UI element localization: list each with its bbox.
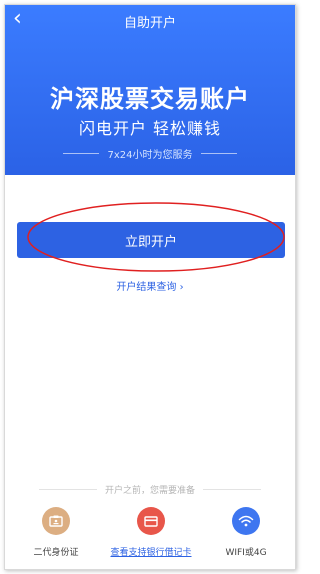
divider <box>200 152 237 154</box>
query-result-link[interactable]: 开户结果查询 › <box>5 278 295 293</box>
service-hours-text: 7x24小时为您服务 <box>107 149 193 161</box>
requirements-title-text: 开户之前，您需要准备 <box>104 485 195 496</box>
hero-headline: 沪深股票交易账户 <box>50 85 250 113</box>
requirements-title: 开户之前，您需要准备 <box>5 482 295 496</box>
requirements-list: 二代身份证 查看支持银行借记卡 WIFI或4G <box>5 507 295 567</box>
nav-bar: ‹ 自助开户 <box>5 5 295 35</box>
hero-banner: ‹ 自助开户 沪深股票交易账户 闪电开户 轻松赚钱 7x24小时为您服务 <box>5 5 295 175</box>
supported-banks-link[interactable]: 查看支持银行借记卡 <box>106 545 196 558</box>
divider <box>38 488 97 490</box>
app-screen: ‹ 自助开户 沪深股票交易账户 闪电开户 轻松赚钱 7x24小时为您服务 立即开… <box>4 4 296 570</box>
wifi-icon <box>232 507 260 535</box>
service-hours: 7x24小时为您服务 <box>5 144 295 162</box>
divider <box>63 152 100 154</box>
requirement-bank-card[interactable]: 查看支持银行借记卡 <box>106 507 196 558</box>
page-title: 自助开户 <box>123 16 176 31</box>
id-card-icon <box>42 507 70 535</box>
bank-card-icon <box>137 507 165 535</box>
requirement-id-card: 二代身份证 <box>11 507 101 558</box>
requirement-label: WIFI或4G <box>225 548 267 558</box>
open-account-button[interactable]: 立即开户 <box>17 222 285 258</box>
requirement-label: 二代身份证 <box>33 548 79 558</box>
requirement-network: WIFI或4G <box>201 507 291 558</box>
hero-subline: 闪电开户 轻松赚钱 <box>78 119 222 138</box>
divider <box>203 488 261 490</box>
